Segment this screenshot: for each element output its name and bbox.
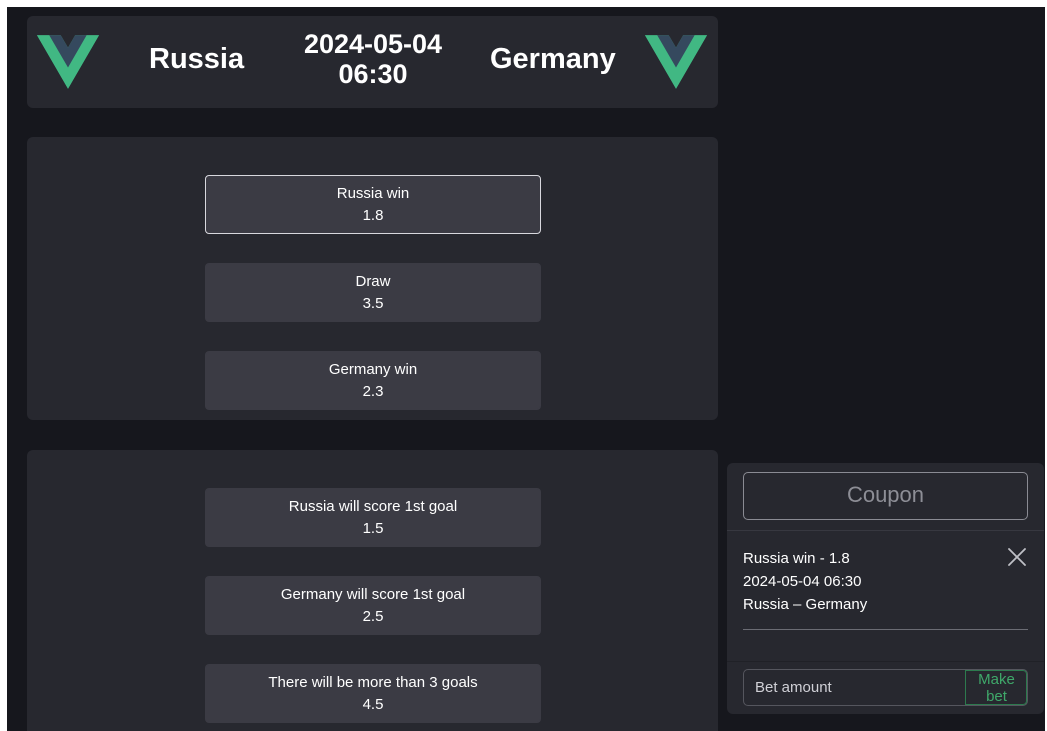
bet-amount-input[interactable] — [744, 670, 965, 705]
odd-label: There will be more than 3 goals — [268, 673, 478, 691]
odd-label: Germany will score 1st goal — [280, 585, 466, 603]
odd-label: Germany win — [328, 360, 418, 378]
match-header: Russia 2024-05-04 06:30 Germany — [27, 16, 718, 108]
odd-button-home-first-goal[interactable]: Russia will score 1st goal 1.5 — [205, 488, 541, 547]
odd-label: Russia will score 1st goal — [288, 497, 458, 515]
odd-value: 3.5 — [362, 294, 384, 312]
goals-market-panel: Russia will score 1st goal 1.5 Germany w… — [27, 450, 718, 731]
divider — [727, 530, 1044, 531]
make-bet-button[interactable]: Make bet — [965, 670, 1027, 705]
divider — [727, 661, 1044, 662]
coupon-bet-teams: Russia – Germany — [743, 596, 868, 613]
odd-value: 2.5 — [362, 607, 384, 625]
odd-button-away-first-goal[interactable]: Germany will score 1st goal 2.5 — [205, 576, 541, 635]
odd-value: 1.8 — [362, 206, 384, 224]
odd-value: 1.5 — [362, 519, 384, 537]
coupon-title: Coupon — [743, 472, 1028, 520]
coupon-bet-item: Russia win - 1.8 2024-05-04 06:30 Russia… — [743, 547, 1028, 616]
match-time: 06:30 — [338, 59, 408, 89]
divider — [743, 629, 1028, 630]
odd-button-away-win[interactable]: Germany win 2.3 — [205, 351, 541, 410]
match-date: 2024-05-04 — [303, 29, 443, 59]
vue-logo-icon — [645, 35, 707, 89]
away-team-name: Germany — [490, 43, 616, 75]
odd-button-home-win[interactable]: Russia win 1.8 — [205, 175, 541, 234]
bet-form: Make bet — [743, 669, 1028, 706]
odd-button-over-3-goals[interactable]: There will be more than 3 goals 4.5 — [205, 664, 541, 723]
app-root: Russia 2024-05-04 06:30 Germany Russia w… — [7, 7, 1045, 731]
coupon-bet-selection: Russia win - 1.8 — [743, 550, 850, 567]
match-datetime: 2024-05-04 06:30 — [285, 29, 461, 89]
main-market-panel: Russia win 1.8 Draw 3.5 Germany win 2.3 — [27, 137, 718, 420]
odd-label: Draw — [355, 272, 391, 290]
odd-button-draw[interactable]: Draw 3.5 — [205, 263, 541, 322]
coupon-bet-datetime: 2024-05-04 06:30 — [743, 573, 862, 590]
home-team-name: Russia — [149, 43, 245, 75]
odd-value: 4.5 — [362, 695, 384, 713]
odd-label: Russia win — [336, 184, 410, 202]
vue-logo-icon — [37, 35, 99, 89]
coupon-panel: Coupon Russia win - 1.8 2024-05-04 06:30… — [727, 463, 1044, 714]
close-icon[interactable] — [1006, 546, 1028, 568]
odd-value: 2.3 — [362, 382, 384, 400]
